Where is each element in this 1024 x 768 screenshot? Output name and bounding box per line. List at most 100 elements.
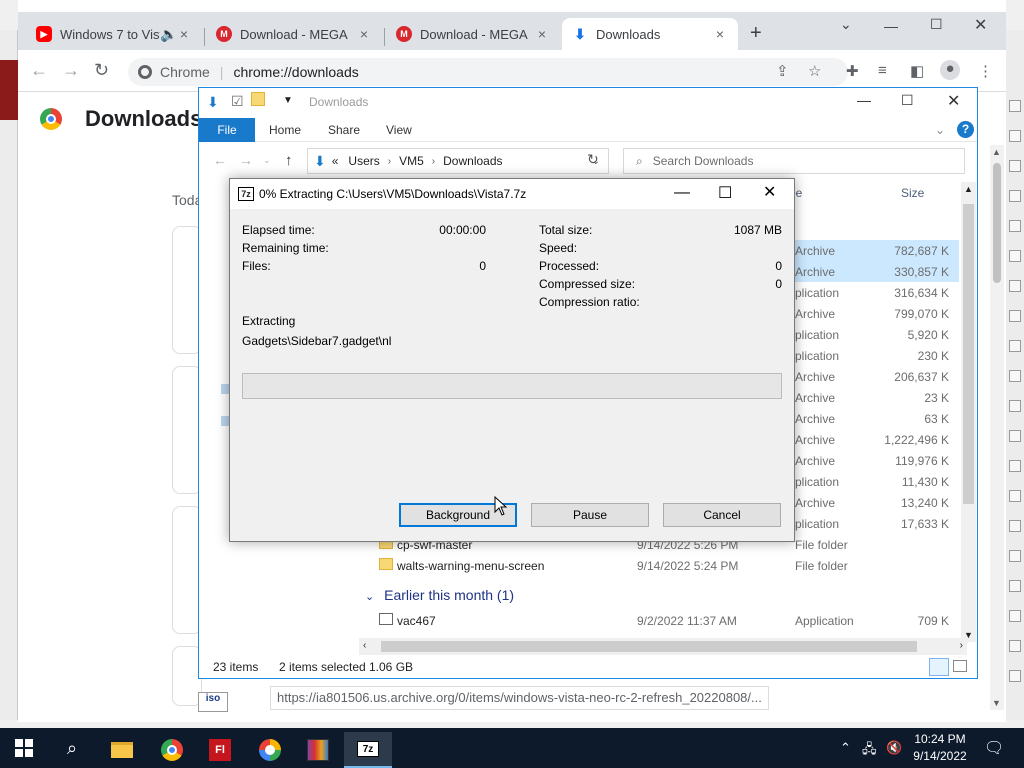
close-button[interactable]: ✕ [763,182,776,202]
minimize-button[interactable]: — [884,18,898,34]
scroll-up-icon[interactable]: ▲ [964,184,973,194]
menu-icon[interactable]: ⋮ [978,62,993,80]
ribbon-tab-file[interactable]: File [199,118,255,142]
scrollbar-thumb[interactable] [993,163,1001,283]
close-icon[interactable]: × [356,26,372,42]
tab-downloads[interactable]: ⬇ Downloads × [562,18,738,50]
search-icon[interactable]: ⌕ [48,730,96,766]
tool-icon[interactable] [1009,280,1021,292]
7zip-icon[interactable]: 7z [344,732,392,768]
side-panel-icon[interactable]: ◧ [910,62,924,80]
quick-access-dropdown-icon[interactable]: ▼ [283,95,293,106]
file-explorer-icon[interactable] [98,732,146,768]
ribbon-tab-share[interactable]: Share [328,118,360,142]
details-view-icon[interactable] [929,658,949,676]
tool-icon[interactable] [1009,190,1021,202]
media-control-icon[interactable]: ≡ [878,62,887,79]
tool-icon[interactable] [1009,100,1021,112]
ribbon-expand-chevron-icon[interactable]: ⌄ [935,118,945,142]
tool-icon[interactable] [1009,550,1021,562]
back-button[interactable]: ← [30,60,48,81]
tab-mega-2[interactable]: M Download - MEGA × [386,18,560,50]
address-bar[interactable]: Chrome | chrome://downloads [128,58,848,86]
bookmark-star-icon[interactable]: ☆ [808,62,821,80]
tool-icon[interactable] [1009,670,1021,682]
network-icon[interactable]: 🖧 [862,740,877,762]
tab-search-chevron-icon[interactable]: ⌄ [840,16,852,33]
tool-icon[interactable] [1009,520,1021,532]
scroll-down-icon[interactable]: ▼ [992,698,1001,708]
ribbon-tab-home[interactable]: Home [269,118,301,142]
up-arrow-icon[interactable]: ↑ [285,152,293,169]
tool-icon[interactable] [1009,160,1021,172]
brave-icon[interactable] [246,732,294,768]
scrollbar-thumb[interactable] [381,641,917,652]
pause-button[interactable]: Pause [531,503,649,527]
tool-icon[interactable] [1009,610,1021,622]
tool-icon[interactable] [1009,370,1021,382]
close-icon[interactable]: × [534,26,550,42]
reload-button[interactable]: ↻ [94,60,109,81]
large-icons-view-icon[interactable] [953,660,967,672]
help-icon[interactable]: ? [957,121,974,138]
maximize-button[interactable]: ☐ [901,92,914,109]
refresh-icon[interactable]: ↻ [587,151,599,168]
tool-icon[interactable] [1009,580,1021,592]
collapse-chevron-icon[interactable]: ⌄ [365,591,374,603]
clock[interactable]: 10:24 PM 9/14/2022 [910,731,970,765]
tab-mega-1[interactable]: M Download - MEGA × [206,18,382,50]
vertical-scrollbar[interactable]: ▲ ▼ [961,182,976,642]
flash-icon[interactable]: Fl [196,732,244,768]
close-button[interactable]: ✕ [974,15,987,35]
chrome-icon[interactable] [148,732,196,768]
tool-icon[interactable] [1009,340,1021,352]
breadcrumb-overflow[interactable]: « [332,154,339,168]
tool-icon[interactable] [1009,460,1021,472]
tab-youtube[interactable]: ▶ Windows 7 to Vista 🔈 × [26,18,202,50]
recent-locations-icon[interactable]: ⌄ [263,155,271,166]
tool-icon[interactable] [1009,640,1021,652]
cancel-button[interactable]: Cancel [663,503,781,527]
new-tab-button[interactable]: + [750,22,762,45]
breadcrumb-vm5[interactable]: VM5 [399,154,424,168]
close-button[interactable]: ✕ [947,91,960,111]
close-icon[interactable]: × [176,26,192,42]
file-row-vac467[interactable]: vac467 9/2/2022 11:37 AM Application 709… [359,610,959,631]
breadcrumb-users[interactable]: Users [348,154,379,168]
ribbon-tab-view[interactable]: View [386,118,412,142]
forward-arrow-icon[interactable]: → [239,152,253,168]
tool-icon[interactable] [1009,310,1021,322]
breadcrumb-downloads[interactable]: Downloads [443,154,502,168]
volume-muted-icon[interactable]: 🔇 [886,740,902,756]
share-icon[interactable]: ⇪ [776,62,789,80]
group-header-earlier[interactable]: ⌄ Earlier this month (1) [365,587,514,603]
profile-avatar-icon[interactable]: ● [940,60,960,80]
back-arrow-icon[interactable]: ← [213,152,227,168]
search-box[interactable]: ⌕ Search Downloads [623,148,965,174]
address-breadcrumb[interactable]: ⬇ « Users › VM5 › Downloads ⌄ [307,148,609,174]
maximize-button[interactable]: ☐ [718,183,732,203]
horizontal-scrollbar[interactable]: ‹ › [359,638,967,655]
notifications-icon[interactable]: 🗨 [984,738,1004,758]
speaker-icon[interactable]: 🔈 [160,26,177,43]
file-row[interactable]: walts-warning-menu-screen 9/14/2022 5:24 … [359,555,959,576]
properties-icon[interactable]: ☑ [231,93,244,110]
new-folder-icon[interactable] [251,92,265,106]
scroll-down-icon[interactable]: ▼ [964,630,973,640]
tool-icon[interactable] [1009,220,1021,232]
tool-icon[interactable] [1009,130,1021,142]
extensions-icon[interactable]: ✚ [846,62,859,80]
show-hidden-icons-chevron-icon[interactable]: ⌃ [840,740,851,756]
maximize-button[interactable]: ☐ [930,16,943,33]
tool-icon[interactable] [1009,430,1021,442]
tool-icon[interactable] [1009,490,1021,502]
winrar-icon[interactable] [294,732,342,768]
scrollbar-thumb[interactable] [963,204,974,504]
scroll-up-icon[interactable]: ▲ [992,147,1001,157]
column-header-size[interactable]: Size [901,186,924,200]
tool-icon[interactable] [1009,400,1021,412]
page-scrollbar[interactable]: ▲ ▼ [990,145,1004,710]
forward-button[interactable]: → [62,60,80,81]
tool-icon[interactable] [1009,250,1021,262]
minimize-button[interactable]: — [674,184,690,202]
